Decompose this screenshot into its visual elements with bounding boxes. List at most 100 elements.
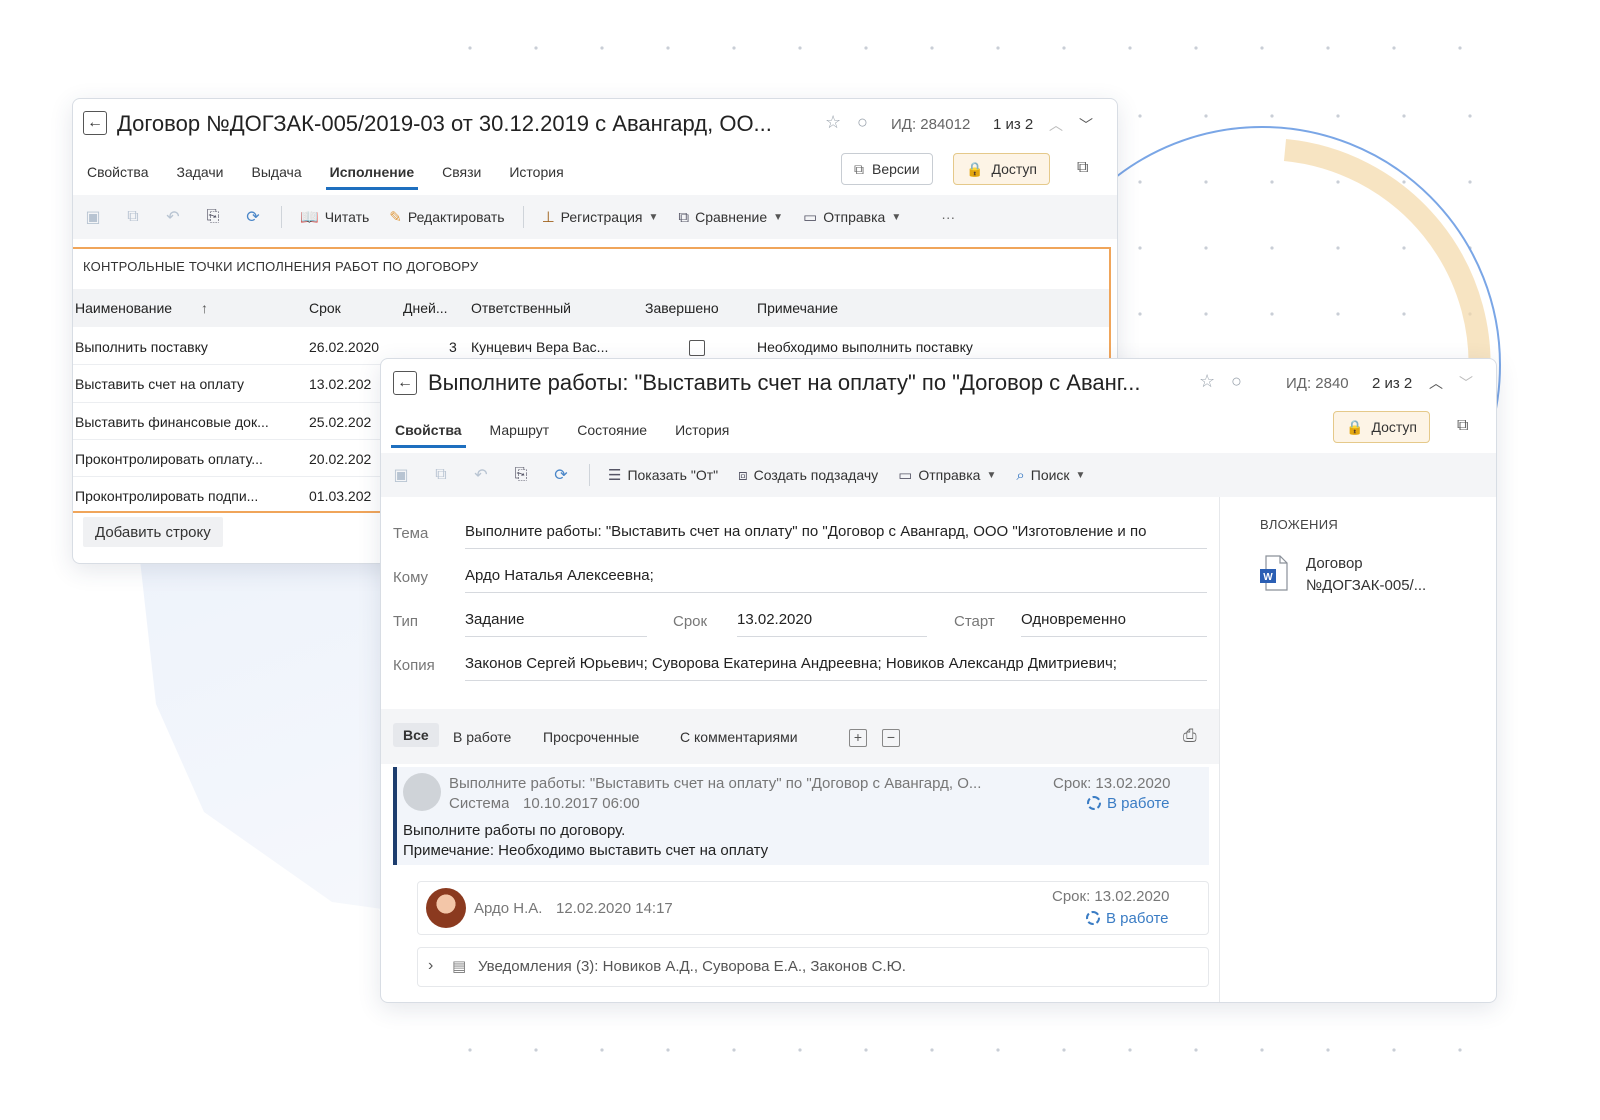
access-button[interactable]: 🔒 Доступ <box>1333 411 1431 443</box>
feed-tab-in-progress[interactable]: В работе <box>453 729 511 745</box>
undo-icon[interactable]: ↶ <box>471 465 491 485</box>
access-button[interactable]: 🔒 Доступ <box>953 153 1051 185</box>
row-divider <box>73 439 383 440</box>
row2-name[interactable]: Выставить счет на оплату <box>75 376 299 392</box>
record-counter: 2 из 2 <box>1372 375 1413 392</box>
col-done-header[interactable]: Завершено <box>645 300 719 316</box>
row4-name[interactable]: Проконтролировать оплату... <box>75 451 299 467</box>
tab-route[interactable]: Маршрут <box>476 412 564 448</box>
chevron-down-icon: ▼ <box>891 211 902 223</box>
col-date-header[interactable]: Срок <box>309 300 341 316</box>
attachment-name-line1: Договор <box>1306 555 1363 572</box>
expand-all-icon[interactable]: + <box>849 729 867 747</box>
row2-date[interactable]: 13.02.202 <box>309 376 371 392</box>
save-icon[interactable]: ▣ <box>391 465 411 485</box>
feed-message-reply[interactable]: Ардо Н.А. 12.02.2020 14:17 Срок: 13.02.2… <box>417 881 1209 935</box>
create-subtask-button[interactable]: ⧈ Создать подзадачу <box>738 467 878 484</box>
col-days-header[interactable]: Дней... <box>403 300 448 316</box>
open-external-icon[interactable]: ⧉ <box>1457 417 1468 435</box>
registration-button[interactable]: ⊥ Регистрация ▼ <box>542 208 659 226</box>
tab-issue[interactable]: Выдача <box>238 154 316 190</box>
decor-dot <box>1062 1048 1066 1052</box>
tab-execution[interactable]: Исполнение <box>316 154 429 190</box>
col-note-header[interactable]: Примечание <box>757 300 838 316</box>
show-from-button[interactable]: ☰ Показать "От" <box>608 466 718 484</box>
star-icon[interactable]: ☆ <box>1199 371 1215 392</box>
star-icon[interactable]: ☆ <box>825 112 841 133</box>
tab-tasks[interactable]: Задачи <box>162 154 237 190</box>
undo-icon[interactable]: ↶ <box>163 207 183 227</box>
access-label: Доступ <box>991 161 1038 177</box>
row4-date[interactable]: 20.02.202 <box>309 451 371 467</box>
feed-tab-all[interactable]: Все <box>393 723 439 747</box>
tab-properties[interactable]: Свойства <box>73 154 162 190</box>
row3-name[interactable]: Выставить финансовые док... <box>75 414 299 430</box>
attachment-name[interactable]: Договор №ДОГЗАК-005/... <box>1306 553 1476 597</box>
feed-message-task[interactable]: Выполните работы: "Выставить счет на опл… <box>393 767 1209 865</box>
chevron-right-icon[interactable]: › <box>428 957 433 975</box>
chevron-down-icon[interactable]: ﹀ <box>1079 115 1093 135</box>
notifications-row[interactable]: › ▤ Уведомления (3): Новиков А.Д., Сувор… <box>417 947 1209 987</box>
circle-icon[interactable]: ○ <box>857 112 868 133</box>
chevron-down-icon[interactable]: ﹀ <box>1459 373 1473 393</box>
feed-tab-overdue[interactable]: Просроченные <box>543 729 639 745</box>
type-field[interactable]: Задание <box>465 611 647 637</box>
comparison-button[interactable]: ⧉ Сравнение ▼ <box>678 209 783 226</box>
copy-field[interactable]: Законов Сергей Юрьевич; Суворова Екатери… <box>465 655 1207 681</box>
send-button[interactable]: ▭ Отправка ▼ <box>898 466 996 484</box>
in-progress-icon <box>1087 796 1101 810</box>
open-external-icon[interactable]: ⧉ <box>1077 159 1088 177</box>
back-button[interactable]: ← <box>83 111 107 135</box>
tab-links[interactable]: Связи <box>428 154 495 190</box>
copy-icon[interactable]: ⎘ <box>511 465 531 485</box>
send-label: Отправка <box>823 209 886 225</box>
row1-note[interactable]: Необходимо выполнить поставку <box>757 339 973 355</box>
decor-dot <box>1402 312 1406 316</box>
feed-tab-with-comments[interactable]: С комментариями <box>680 729 798 745</box>
row1-date[interactable]: 26.02.2020 <box>309 339 379 355</box>
circle-icon[interactable]: ○ <box>1231 371 1242 392</box>
col-name-header[interactable]: Наименование <box>75 300 172 316</box>
word-document-icon[interactable]: W <box>1260 555 1288 591</box>
due-field[interactable]: 13.02.2020 <box>737 611 927 637</box>
save-icon[interactable]: ▣ <box>83 207 103 227</box>
read-button[interactable]: 📖 Читать <box>300 208 369 226</box>
col-responsible-header[interactable]: Ответственный <box>471 300 571 316</box>
decor-dot <box>930 1048 934 1052</box>
save-copy-icon[interactable]: ⧉ <box>431 465 451 485</box>
more-button[interactable]: ··· <box>941 209 955 225</box>
chevron-up-icon[interactable]: ︿ <box>1049 115 1063 135</box>
record-id: ИД: 2840 <box>1286 375 1349 392</box>
chevron-up-icon[interactable]: ︿ <box>1429 373 1443 393</box>
row3-date[interactable]: 25.02.202 <box>309 414 371 430</box>
refresh-icon[interactable]: ⟳ <box>551 465 571 485</box>
row5-date[interactable]: 01.03.202 <box>309 488 371 504</box>
collapse-all-icon[interactable]: − <box>882 729 900 747</box>
row1-responsible[interactable]: Кунцевич Вера Вас... <box>471 339 631 355</box>
row1-name[interactable]: Выполнить поставку <box>75 339 299 355</box>
lock-icon: 🔒 <box>966 160 984 177</box>
back-button[interactable]: ← <box>393 371 417 395</box>
refresh-icon[interactable]: ⟳ <box>243 207 263 227</box>
tab-history[interactable]: История <box>495 154 577 190</box>
edit-button[interactable]: ✎ Редактировать <box>389 208 504 226</box>
notification-icon: ▤ <box>452 958 467 975</box>
tab-properties[interactable]: Свойства <box>381 412 476 448</box>
send-button[interactable]: ▭ Отправка ▼ <box>803 208 901 226</box>
search-button[interactable]: ⌕ Поиск ▼ <box>1016 467 1085 484</box>
copy-icon[interactable]: ⎘ <box>203 207 223 227</box>
row5-name[interactable]: Проконтролировать подпи... <box>75 488 299 504</box>
tab-history[interactable]: История <box>661 412 743 448</box>
row1-days[interactable]: 3 <box>449 339 457 355</box>
start-field[interactable]: Одновременно <box>1021 611 1207 637</box>
to-field[interactable]: Ардо Наталья Алексеевна; <box>465 567 1207 593</box>
add-row-button[interactable]: Добавить строку <box>83 517 223 547</box>
tab-state[interactable]: Состояние <box>563 412 661 448</box>
save-copy-icon[interactable]: ⧉ <box>123 207 143 227</box>
row-divider <box>73 402 383 403</box>
subject-field[interactable]: Выполните работы: "Выставить счет на опл… <box>465 523 1207 549</box>
decor-dot <box>1128 46 1132 50</box>
print-icon[interactable]: ⎙ <box>1183 726 1197 746</box>
versions-button[interactable]: ⧉ Версии <box>841 153 933 185</box>
row1-done-checkbox[interactable] <box>689 340 705 356</box>
